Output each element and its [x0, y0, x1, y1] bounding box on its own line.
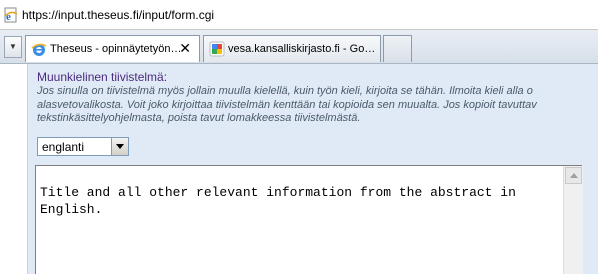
tab-strip: ▼ Theseus - opinnäytetyön… ✕ vesa.kansal… [0, 30, 598, 64]
language-select[interactable]: englanti [37, 137, 129, 156]
textarea-scrollbar[interactable] [563, 166, 583, 274]
tab-theseus[interactable]: Theseus - opinnäytetyön… ✕ [25, 35, 200, 62]
ie-page-icon: e [3, 7, 19, 23]
chevron-down-icon: ▼ [9, 42, 17, 51]
abstract-textarea[interactable]: Title and all other relevant information… [35, 165, 583, 274]
section-title: Muunkielinen tiivistelmä: [37, 70, 168, 84]
address-url[interactable]: https://input.theseus.fi/input/form.cgi [22, 8, 214, 22]
google-icon [209, 41, 225, 57]
help-line: alasvetovalikosta. Voit joko kirjoittaa … [37, 98, 537, 111]
tab-list-button[interactable]: ▼ [4, 36, 22, 58]
abstract-text[interactable]: Title and all other relevant information… [40, 184, 540, 218]
address-bar[interactable]: e https://input.theseus.fi/input/form.cg… [0, 0, 598, 30]
close-icon[interactable]: ✕ [179, 40, 191, 57]
abstract-panel: Muunkielinen tiivistelmä: Jos sinulla on… [27, 64, 598, 274]
help-line: tekstinkäsittelyohjelmasta, poista tavut… [37, 112, 361, 124]
dropdown-arrow-icon[interactable] [111, 138, 128, 155]
help-text: Jos sinulla on tiivistelmä myös jollain … [37, 85, 598, 126]
page-gutter [0, 64, 27, 274]
page-content: Muunkielinen tiivistelmä: Jos sinulla on… [0, 64, 598, 274]
tab-label: Theseus - opinnäytetyön… [50, 43, 182, 55]
language-select-value: englanti [42, 140, 85, 154]
new-tab-button[interactable] [383, 35, 412, 62]
tab-label: vesa.kansalliskirjasto.fi - Go… [228, 43, 376, 55]
tab-vesa[interactable]: vesa.kansalliskirjasto.fi - Go… [203, 35, 381, 62]
help-line: Jos sinulla on tiivistelmä myös jollain … [37, 85, 533, 97]
ie-e-icon [31, 41, 47, 57]
scroll-up-icon[interactable] [565, 167, 582, 184]
